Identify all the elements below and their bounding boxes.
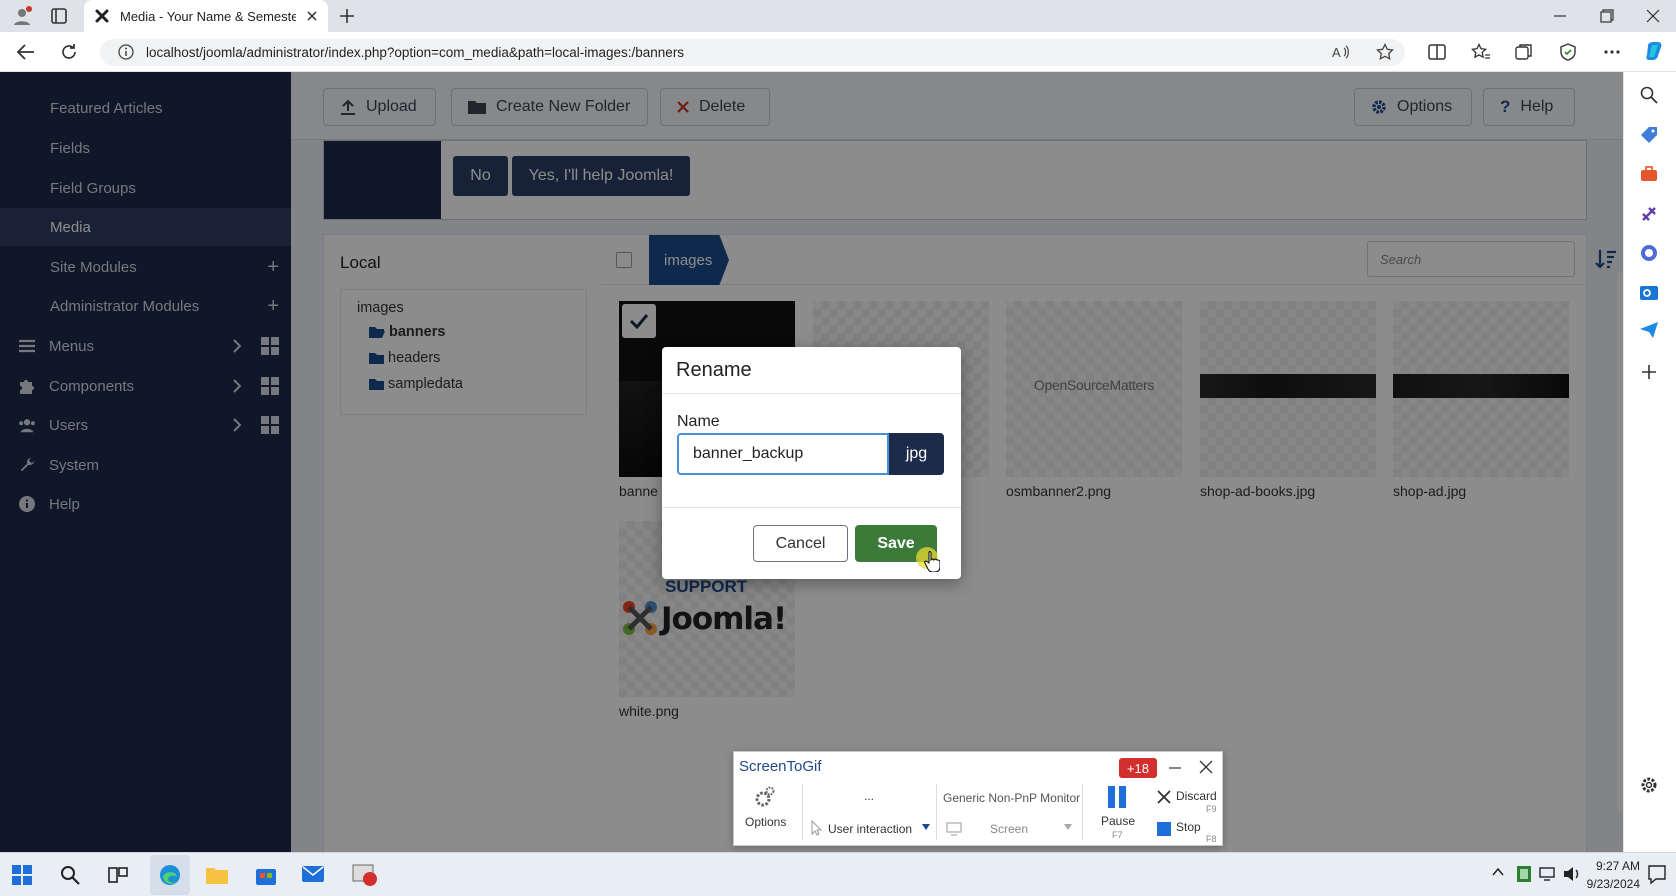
stg-close-icon[interactable] [1199, 760, 1213, 774]
profile-icon[interactable] [12, 6, 32, 26]
screen-label[interactable]: Screen [990, 822, 1028, 836]
screentogif-taskbar-icon[interactable] [352, 863, 378, 887]
refresh-icon[interactable] [60, 43, 78, 61]
tray-expand-icon[interactable] [1492, 867, 1504, 877]
discard-x-icon[interactable] [1157, 790, 1171, 804]
send-icon[interactable] [1640, 322, 1658, 338]
divider [936, 784, 937, 840]
divider [662, 507, 961, 508]
joomla-favicon-icon [94, 8, 110, 24]
site-info-icon[interactable] [118, 44, 134, 60]
frame-count-badge: +18 [1119, 758, 1157, 778]
chevron-down-icon[interactable] [1064, 824, 1072, 830]
task-view-icon[interactable] [108, 865, 128, 885]
search-icon[interactable] [60, 865, 80, 885]
browser-tab-bar: Media - Your Name & Semester y [0, 0, 1676, 32]
screentogif-title: ScreenToGif [739, 758, 822, 775]
add-sidebar-icon[interactable] [1641, 364, 1657, 380]
cursor-icon [811, 820, 823, 836]
cancel-button[interactable]: Cancel [753, 525, 848, 562]
dialog-title: Rename [676, 359, 752, 381]
url-text: localhost/joomla/administrator/index.php… [146, 45, 685, 60]
microsoft-store-icon[interactable] [256, 865, 276, 885]
stg-minimize-icon[interactable] [1168, 761, 1182, 775]
close-tab-icon[interactable] [306, 10, 318, 22]
url-field[interactable]: localhost/joomla/administrator/index.php… [100, 39, 1405, 66]
monitor-icon [946, 822, 962, 836]
clock-time[interactable]: 9:27 AM [1588, 859, 1640, 873]
divider [802, 784, 803, 840]
back-icon[interactable] [16, 43, 36, 61]
toolbox-icon[interactable] [1640, 166, 1658, 182]
stg-options-label[interactable]: Options [745, 815, 786, 829]
tab-actions-icon[interactable] [50, 7, 68, 25]
settings-gear-icon[interactable] [1640, 776, 1658, 794]
windows-start-icon[interactable] [12, 865, 32, 885]
browser-essentials-icon[interactable] [1559, 43, 1577, 61]
pause-icon[interactable] [1107, 785, 1127, 809]
restore-icon[interactable] [1600, 9, 1614, 23]
divider [662, 393, 961, 394]
name-label: Name [677, 413, 720, 430]
monitor-label: Generic Non-PnP Monitor [943, 791, 1081, 805]
notifications-icon[interactable] [1648, 865, 1666, 885]
collections-icon[interactable] [1515, 43, 1533, 61]
mail-icon[interactable] [302, 865, 324, 883]
edge-sidebar [1623, 72, 1676, 852]
stop-label[interactable]: Stop [1176, 820, 1201, 834]
divider [1082, 784, 1083, 840]
favorite-star-icon[interactable] [1376, 43, 1394, 61]
discard-label[interactable]: Discard [1176, 789, 1217, 803]
tray-app-icon[interactable] [1516, 865, 1532, 883]
tab-title: Media - Your Name & Semester y [120, 8, 296, 24]
hand-cursor-icon [924, 550, 940, 572]
stg-options-gear-icon[interactable] [754, 786, 776, 808]
volume-icon[interactable] [1563, 866, 1581, 882]
windows-taskbar: 9:27 AM 9/23/2024 [0, 852, 1676, 896]
tab-media[interactable]: Media - Your Name & Semester y [84, 0, 328, 32]
read-aloud-icon[interactable]: A [1332, 44, 1350, 60]
split-screen-icon[interactable] [1428, 43, 1446, 61]
discard-shortcut: F9 [1206, 804, 1217, 814]
network-icon[interactable] [1539, 866, 1557, 882]
screentogif-recorder: ScreenToGif +18 Options ... User interac… [733, 751, 1223, 846]
edge-browser-icon [159, 864, 181, 886]
outlook-icon[interactable] [1640, 284, 1658, 302]
games-icon[interactable] [1640, 205, 1658, 223]
window-close-icon[interactable] [1646, 9, 1660, 23]
stg-more-label[interactable]: ... [864, 789, 874, 803]
rename-dialog: Rename Name jpg Cancel Save [662, 347, 961, 579]
svg-text:A: A [1332, 45, 1341, 60]
pause-label[interactable]: Pause [1101, 814, 1135, 828]
pause-shortcut: F7 [1112, 830, 1123, 840]
shopping-tag-icon[interactable] [1640, 126, 1658, 144]
chevron-down-icon[interactable] [922, 824, 930, 830]
office-icon[interactable] [1640, 244, 1658, 262]
taskbar-edge-active[interactable] [150, 855, 190, 895]
more-menu-icon[interactable] [1603, 43, 1621, 61]
file-explorer-icon[interactable] [206, 865, 228, 885]
clock-date[interactable]: 9/23/2024 [1580, 877, 1640, 891]
copilot-icon[interactable] [1644, 40, 1666, 62]
extension-badge: jpg [889, 433, 944, 475]
search-icon[interactable] [1640, 86, 1658, 104]
stop-square-icon[interactable] [1157, 822, 1171, 836]
favorites-icon[interactable] [1471, 43, 1491, 61]
new-tab-icon[interactable] [338, 7, 356, 25]
minimize-icon[interactable] [1553, 9, 1567, 23]
stop-shortcut: F8 [1206, 834, 1217, 844]
user-interaction-label[interactable]: User interaction [828, 822, 912, 836]
name-input[interactable] [677, 433, 889, 475]
